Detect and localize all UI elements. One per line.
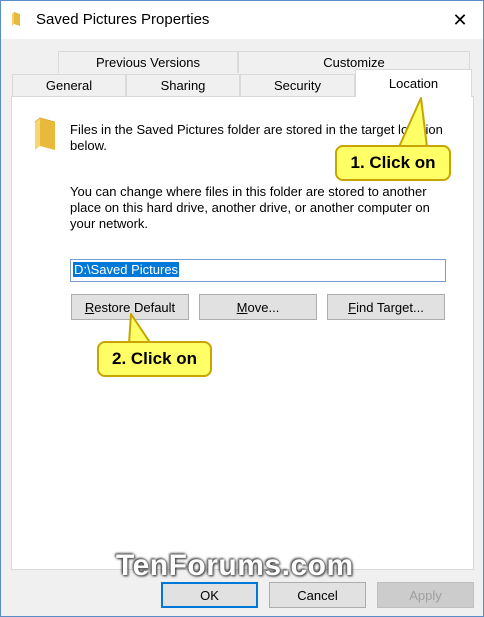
callout-pointers (128, 97, 428, 345)
callout-1-pointer (398, 97, 428, 148)
watermark: TenForums.com (116, 549, 354, 582)
callout-2-pointer (128, 313, 152, 345)
callout-step-2: 2. Click on (97, 341, 212, 377)
callout-step-1: 1. Click on (335, 145, 451, 181)
properties-window: Saved Pictures Properties ✕ Previous Ver… (0, 0, 484, 617)
